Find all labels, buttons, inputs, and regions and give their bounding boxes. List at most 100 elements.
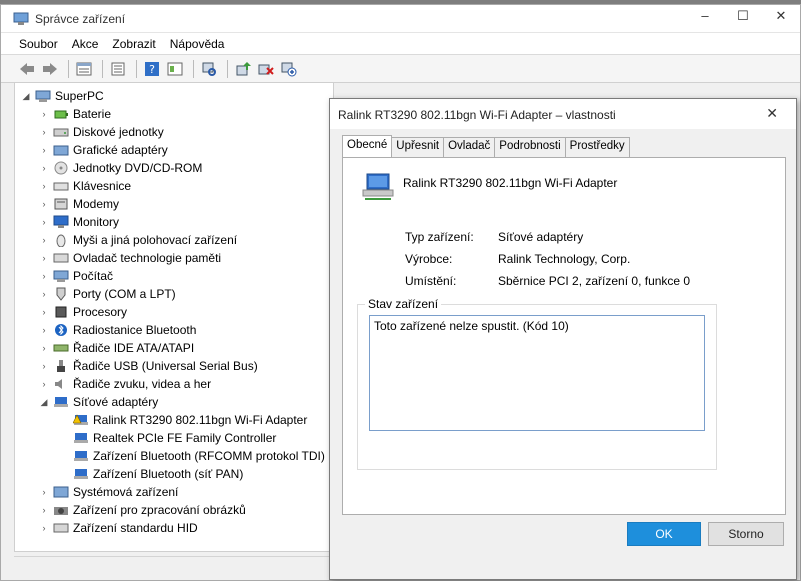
tree-item[interactable]: › Myši a jiná polohovací zařízení (39, 231, 237, 249)
tree-item-label: Grafické adaptéry (73, 143, 168, 157)
expand-chevron-icon[interactable]: › (39, 181, 49, 191)
expand-chevron-icon[interactable]: › (39, 487, 49, 497)
expand-chevron-icon[interactable]: › (39, 307, 49, 317)
expand-chevron-icon[interactable]: › (39, 289, 49, 299)
tree-item[interactable]: › Diskové jednotky (39, 123, 164, 141)
tab-ovladac[interactable]: Ovladač (443, 137, 496, 157)
tree-item[interactable]: ◢ Síťové adaptéry (39, 393, 159, 411)
device-status-textbox[interactable]: Toto zařízené nelze spustit. (Kód 10) (369, 315, 705, 431)
tree-root[interactable]: ◢ SuperPC (21, 87, 104, 105)
toolbar-separator (68, 59, 69, 78)
view-button[interactable] (74, 59, 94, 79)
collapse-chevron-icon[interactable]: ◢ (39, 397, 49, 408)
minimize-button[interactable]: – (686, 5, 724, 29)
network-adapter-icon (74, 433, 88, 443)
expand-chevron-icon[interactable]: › (39, 163, 49, 173)
tree-item[interactable]: › Systémová zařízení (39, 483, 179, 501)
expand-chevron-icon[interactable]: › (39, 109, 49, 119)
expand-chevron-icon[interactable]: › (39, 217, 49, 227)
expand-chevron-icon[interactable]: › (39, 145, 49, 155)
device-tree[interactable]: ◢ SuperPC › Baterie › Diskové jednotky › Graf… (14, 82, 334, 552)
expand-chevron-icon[interactable]: › (39, 235, 49, 245)
update-driver-button[interactable] (233, 59, 253, 79)
tree-item-label: Řadiče zvuku, videa a her (73, 377, 212, 391)
tree-item[interactable]: › Jednotky DVD/CD-ROM (39, 159, 203, 177)
tree-item[interactable]: › Baterie (39, 105, 112, 123)
close-button[interactable]: ✕ (762, 5, 800, 29)
disable-button[interactable] (279, 59, 299, 79)
tree-item-label: Procesory (73, 305, 128, 319)
dialog-tabs: Obecné Upřesnit Ovladač Podrobnosti Pros… (342, 135, 630, 157)
tree-item[interactable]: › Počítač (39, 267, 114, 285)
tree-item[interactable]: › Řadiče zvuku, videa a her (39, 375, 212, 393)
expand-chevron-icon[interactable]: › (39, 127, 49, 137)
tree-item[interactable]: › Řadiče IDE ATA/ATAPI (39, 339, 195, 357)
location-label: Umístění: (405, 274, 457, 288)
tree-item[interactable]: › Grafické adaptéry (39, 141, 168, 159)
title-bar: Správce zařízení – ☐ ✕ (1, 5, 800, 33)
expand-chevron-icon[interactable]: › (39, 325, 49, 335)
help-button[interactable]: ? (142, 59, 162, 79)
hid-icon (53, 523, 69, 533)
tree-item[interactable]: › Zařízení pro zpracování obrázků (39, 501, 246, 519)
expand-chevron-icon[interactable]: › (39, 379, 49, 389)
expand-chevron-icon[interactable]: › (39, 271, 49, 281)
expand-chevron-icon[interactable]: › (39, 523, 49, 533)
general-tab-panel: Ralink RT3290 802.11bgn Wi-Fi Adapter Ty… (342, 157, 786, 515)
dialog-title-bar: Ralink RT3290 802.11bgn Wi-Fi Adapter – … (330, 99, 796, 129)
properties-button[interactable] (108, 59, 128, 79)
expand-chevron-icon[interactable]: › (39, 361, 49, 371)
expand-chevron-icon[interactable]: › (39, 505, 49, 515)
tree-item-label: Počítač (73, 269, 114, 283)
menu-zobrazit[interactable]: Zobrazit (112, 37, 155, 51)
tree-item-label: Zařízení pro zpracování obrázků (73, 503, 246, 517)
tree-item[interactable]: › Monitory (39, 213, 120, 231)
menu-napoveda[interactable]: Nápověda (170, 37, 225, 51)
port-icon (56, 287, 66, 301)
tree-child-item[interactable]: Zařízení Bluetooth (RFCOMM protokol TDI) (73, 447, 325, 465)
properties-icon (111, 62, 125, 75)
tree-item[interactable]: › Řadiče USB (Universal Serial Bus) (39, 357, 258, 375)
tree-item[interactable]: › Modemy (39, 195, 120, 213)
tree-item-label: Modemy (73, 197, 120, 211)
uninstall-button[interactable] (256, 59, 276, 79)
show-hidden-button[interactable] (165, 59, 185, 79)
device-manager-icon (13, 12, 29, 25)
dialog-close-button[interactable]: ✕ (766, 105, 778, 122)
forward-button[interactable] (40, 59, 60, 79)
tab-prostredky[interactable]: Prostředky (564, 137, 630, 157)
collapse-chevron-icon[interactable]: ◢ (21, 91, 31, 102)
tree-item[interactable]: › Klávesnice (39, 177, 132, 195)
tab-podrobnosti[interactable]: Podrobnosti (494, 137, 566, 157)
sound-icon (55, 379, 62, 389)
expand-chevron-icon[interactable]: › (39, 199, 49, 209)
tree-item[interactable]: › Ovladač technologie paměti (39, 249, 222, 267)
update-driver-icon (236, 61, 251, 75)
imaging-device-icon (54, 507, 68, 515)
tree-item[interactable]: › Zařízení standardu HID (39, 519, 198, 537)
tab-obecne[interactable]: Obecné (342, 135, 393, 157)
tab-upresnit[interactable]: Upřesnit (391, 137, 445, 157)
ok-button[interactable]: OK (627, 522, 701, 546)
tree-item[interactable]: › Procesory (39, 303, 128, 321)
tree-item[interactable]: › Porty (COM a LPT) (39, 285, 176, 303)
tree-child-item[interactable]: Ralink RT3290 802.11bgn Wi-Fi Adapter (73, 411, 307, 429)
menu-akce[interactable]: Akce (72, 37, 99, 51)
menu-soubor[interactable]: Soubor (19, 37, 58, 51)
tree-child-item[interactable]: Zařízení Bluetooth (síť PAN) (73, 465, 243, 483)
tree-item-label: Jednotky DVD/CD-ROM (73, 161, 203, 175)
tree-child-item[interactable]: Realtek PCIe FE Family Controller (73, 429, 276, 447)
scan-hardware-button[interactable] (199, 59, 219, 79)
expand-chevron-icon[interactable]: › (39, 253, 49, 263)
cancel-button[interactable]: Storno (708, 522, 784, 546)
tree-item-label: Řadiče USB (Universal Serial Bus) (73, 359, 258, 373)
disk-drive-icon (53, 128, 69, 137)
network-adapter-icon (74, 451, 88, 461)
tree-item-label: Systémová zařízení (73, 485, 179, 499)
expand-chevron-icon[interactable]: › (39, 343, 49, 353)
back-button[interactable] (17, 59, 37, 79)
tree-item[interactable]: › Radiostanice Bluetooth (39, 321, 197, 339)
toolbar-separator (102, 59, 103, 78)
tree-child-label: Ralink RT3290 802.11bgn Wi-Fi Adapter (93, 413, 308, 427)
maximize-button[interactable]: ☐ (724, 5, 762, 29)
